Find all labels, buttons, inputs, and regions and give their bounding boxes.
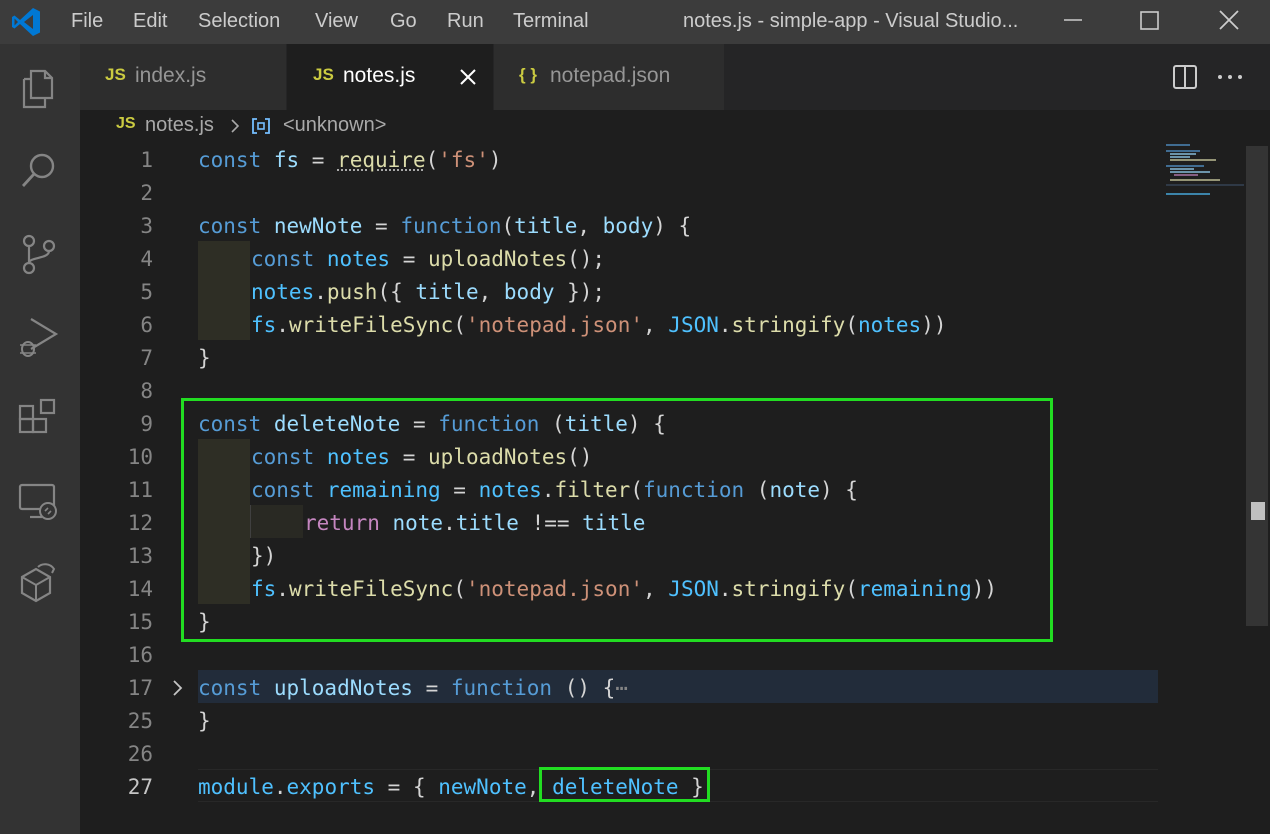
menu-selection[interactable]: Selection xyxy=(198,0,280,44)
scrollbar-thumb[interactable] xyxy=(1246,146,1268,626)
tab-label: notes.js xyxy=(343,64,416,87)
minimap[interactable] xyxy=(1160,142,1244,202)
menu-run[interactable]: Run xyxy=(447,0,484,44)
line-number: 15 xyxy=(127,610,153,634)
tab-label: notepad.json xyxy=(550,64,671,87)
code-line[interactable]: const fs = require('fs') xyxy=(198,144,502,177)
more-actions-icon[interactable] xyxy=(1216,64,1244,90)
line-number: 27 xyxy=(127,775,153,799)
search-icon[interactable] xyxy=(14,147,64,197)
chevron-right-icon xyxy=(231,119,240,133)
window-title: notes.js - simple-app - Visual Studio... xyxy=(683,10,1019,32)
menu-edit[interactable]: Edit xyxy=(133,0,167,44)
highlight-box-export xyxy=(539,767,710,802)
line-number: 4 xyxy=(140,247,153,271)
minimize-icon[interactable] xyxy=(1042,0,1102,44)
tab-index-js[interactable]: JS index.js xyxy=(80,44,286,110)
menu-go[interactable]: Go xyxy=(390,0,417,44)
line-number: 5 xyxy=(140,280,153,304)
folded-ellipsis[interactable]: ⋯ xyxy=(615,676,628,700)
close-tab-icon[interactable] xyxy=(457,66,479,88)
tab-label: index.js xyxy=(135,64,207,87)
code-line[interactable]: const newNote = function(title, body) { xyxy=(198,210,691,243)
title-bar: File Edit Selection View Go Run Terminal… xyxy=(0,0,1270,44)
line-number: 11 xyxy=(127,478,153,502)
extensions-icon[interactable] xyxy=(14,394,64,444)
js-file-icon: JS xyxy=(116,115,136,132)
tab-bar: JS index.js JS notes.js { } notepad.json xyxy=(80,44,1270,110)
code-line[interactable]: notes.push({ title, body }); xyxy=(251,276,605,309)
indent-guide xyxy=(198,241,250,340)
fold-chevron-icon[interactable] xyxy=(170,677,186,699)
run-debug-icon[interactable] xyxy=(14,312,64,362)
line-number: 16 xyxy=(127,643,153,667)
js-file-icon: JS xyxy=(105,65,126,84)
line-number: 14 xyxy=(127,577,153,601)
line-number: 6 xyxy=(140,313,153,337)
tab-notes-js[interactable]: JS notes.js xyxy=(287,44,493,110)
breadcrumb-symbol[interactable]: <unknown> xyxy=(283,114,386,137)
breadcrumb-file[interactable]: notes.js xyxy=(145,114,214,137)
menu-terminal[interactable]: Terminal xyxy=(513,0,589,44)
code-line[interactable]: } xyxy=(198,342,211,375)
code-line[interactable]: fs.writeFileSync('notepad.json', JSON.st… xyxy=(251,309,947,342)
line-number: 10 xyxy=(127,445,153,469)
highlight-box-deletenote xyxy=(181,398,1053,642)
line-number: 25 xyxy=(127,709,153,733)
json-file-icon: { } xyxy=(519,65,537,84)
menu-file[interactable]: File xyxy=(71,0,103,44)
source-control-icon[interactable] xyxy=(14,229,64,279)
line-number: 12 xyxy=(127,511,153,535)
line-number: 17 xyxy=(127,676,153,700)
explorer-icon[interactable] xyxy=(14,64,64,114)
line-number: 13 xyxy=(127,544,153,568)
code-line[interactable]: const notes = uploadNotes(); xyxy=(251,243,605,276)
remote-explorer-icon[interactable] xyxy=(14,477,64,527)
close-window-icon[interactable] xyxy=(1199,0,1259,44)
code-line[interactable]: } xyxy=(198,705,211,738)
symbol-module-icon xyxy=(252,118,270,134)
vscode-logo-icon xyxy=(12,8,40,36)
line-number: 1 xyxy=(140,148,153,172)
activity-bar xyxy=(0,44,80,834)
line-number: 7 xyxy=(140,346,153,370)
split-editor-icon[interactable] xyxy=(1172,64,1198,90)
docker-icon[interactable] xyxy=(14,559,64,609)
maximize-icon[interactable] xyxy=(1120,0,1180,44)
scroll-position-marker xyxy=(1251,502,1265,520)
code-editor[interactable]: 1 const fs = require('fs') 2 3 const new… xyxy=(80,142,1244,834)
js-file-icon: JS xyxy=(313,65,334,84)
line-number: 2 xyxy=(140,181,153,205)
code-line[interactable]: const uploadNotes = function () {⋯ xyxy=(198,672,628,705)
line-number: 3 xyxy=(140,214,153,238)
line-number: 9 xyxy=(140,412,153,436)
menu-view[interactable]: View xyxy=(315,0,358,44)
tab-notepad-json[interactable]: { } notepad.json xyxy=(494,44,724,110)
breadcrumb: JS notes.js <unknown> xyxy=(80,110,1270,142)
line-number: 26 xyxy=(127,742,153,766)
line-number: 8 xyxy=(140,379,153,403)
